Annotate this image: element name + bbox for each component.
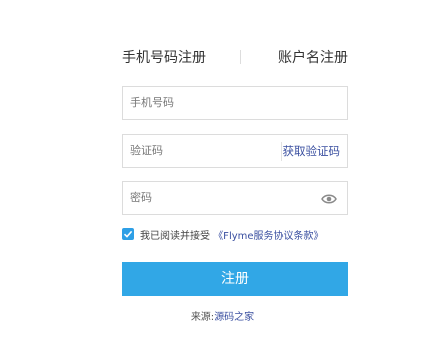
agreement-link[interactable]: 《Flyme服务协议条款》 <box>213 231 323 242</box>
password-field[interactable]: 密码 <box>122 181 348 215</box>
tab-account-register[interactable]: 账户名注册 <box>278 47 348 67</box>
verification-code-field[interactable]: 验证码 获取验证码 <box>122 134 348 168</box>
source-link[interactable]: 源码之家 <box>214 312 254 323</box>
agreement-text: 我已阅读并接受 《Flyme服务协议条款》 <box>140 227 324 242</box>
source-credit: 来源:源码之家 <box>0 308 445 323</box>
register-tabs: 手机号码注册 账户名注册 <box>122 47 348 69</box>
checkmark-icon <box>123 230 133 238</box>
password-placeholder: 密码 <box>130 191 152 204</box>
get-code-button[interactable]: 获取验证码 <box>283 135 341 167</box>
tab-divider <box>240 50 241 64</box>
agreement-prefix: 我已阅读并接受 <box>140 231 210 242</box>
code-placeholder: 验证码 <box>130 144 163 157</box>
tab-phone-register[interactable]: 手机号码注册 <box>122 47 206 67</box>
register-button[interactable]: 注册 <box>122 262 348 296</box>
phone-placeholder: 手机号码 <box>130 96 174 109</box>
source-prefix: 来源: <box>190 312 215 323</box>
phone-field[interactable]: 手机号码 <box>122 86 348 120</box>
agreement-checkbox[interactable] <box>122 228 134 240</box>
eye-icon[interactable] <box>321 191 337 205</box>
